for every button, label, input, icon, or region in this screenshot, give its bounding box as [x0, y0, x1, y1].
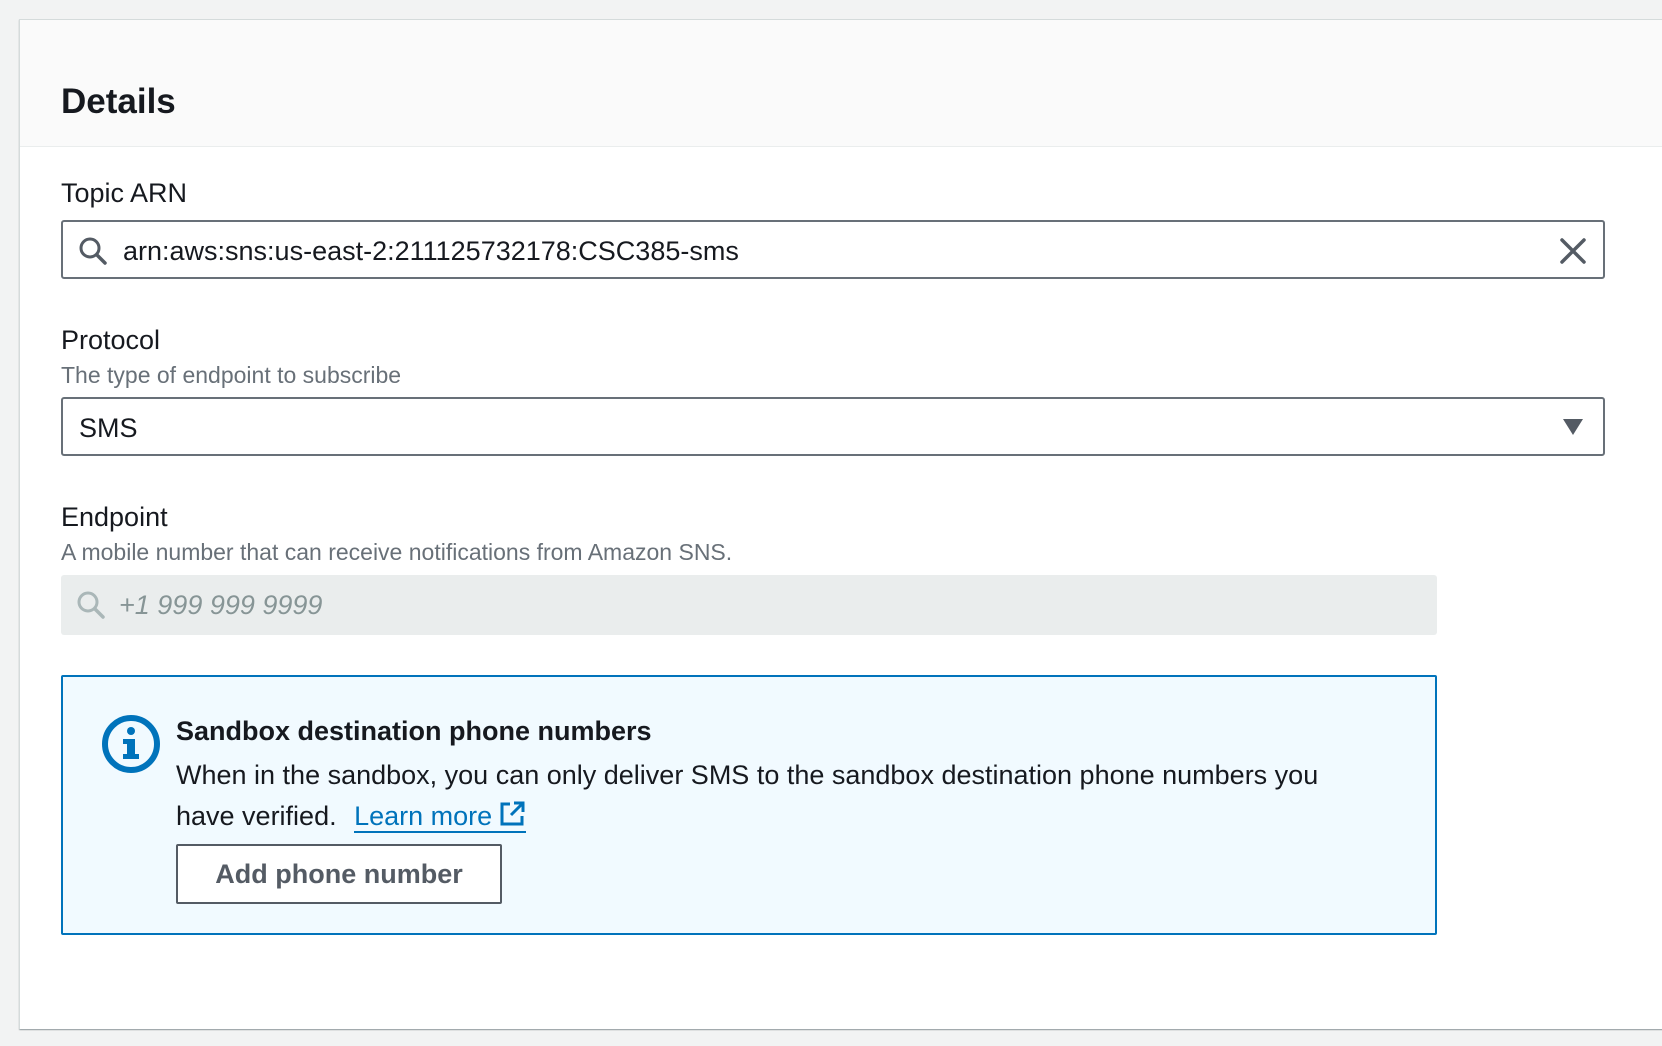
alert-body: When in the sandbox, you can only delive…: [176, 755, 1356, 837]
endpoint-description: A mobile number that can receive notific…: [61, 539, 733, 565]
add-phone-number-button[interactable]: Add phone number: [176, 844, 502, 904]
protocol-description: The type of endpoint to subscribe: [61, 362, 402, 388]
learn-more-link[interactable]: Learn more: [354, 800, 527, 833]
external-link-icon[interactable]: [498, 800, 526, 828]
search-icon: [79, 237, 107, 265]
protocol-selected-value[interactable]: SMS: [79, 412, 138, 444]
sandbox-info-alert: Sandbox destination phone numbers When i…: [61, 675, 1437, 935]
close-icon[interactable]: [1557, 235, 1589, 267]
topic-arn-label: Topic ARN: [61, 178, 188, 208]
alert-body-text: When in the sandbox, you can only delive…: [176, 760, 1319, 831]
caret-down-icon[interactable]: [1561, 417, 1585, 437]
topic-arn-field[interactable]: arn:aws:sns:us-east-2:211125732178:CSC38…: [61, 220, 1605, 279]
learn-more-label[interactable]: Learn more: [354, 801, 492, 831]
search-icon: [77, 591, 105, 619]
panel-header: Details: [20, 20, 1662, 147]
details-panel: Details Topic ARN arn:aws:sns:us-east-2:…: [19, 19, 1662, 1029]
alert-title: Sandbox destination phone numbers: [176, 716, 652, 746]
endpoint-input[interactable]: [119, 585, 1399, 625]
topic-arn-value[interactable]: arn:aws:sns:us-east-2:211125732178:CSC38…: [123, 235, 739, 267]
endpoint-field[interactable]: [61, 575, 1437, 635]
protocol-select[interactable]: SMS: [61, 397, 1605, 456]
endpoint-label: Endpoint: [61, 502, 168, 532]
panel-title: Details: [61, 82, 176, 121]
protocol-label: Protocol: [61, 325, 161, 355]
info-icon: [102, 715, 160, 773]
